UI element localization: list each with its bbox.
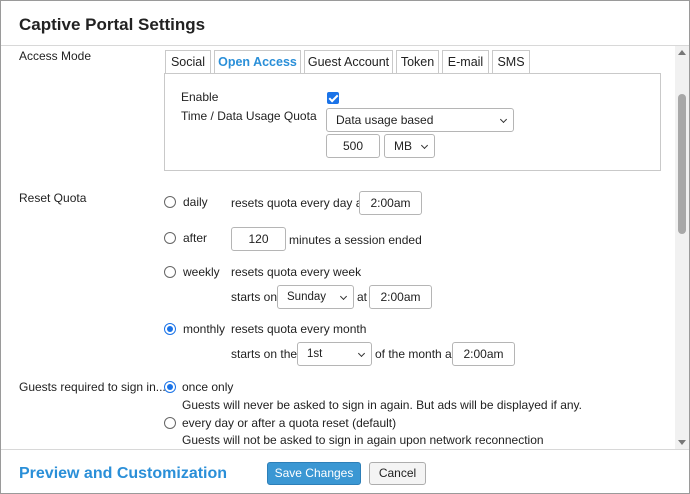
chevron-down-icon: [420, 141, 429, 150]
reset-after-minutes-input[interactable]: 120: [231, 227, 286, 251]
reset-monthly-day-select[interactable]: 1st: [297, 342, 372, 366]
preview-customization-link[interactable]: Preview and Customization: [19, 465, 227, 483]
quota-type-value: Data usage based: [336, 113, 434, 127]
sign-in-once-only-label: once only: [182, 380, 234, 394]
reset-weekly-day-value: Sunday: [287, 291, 327, 303]
reset-after-text: minutes a session ended: [289, 233, 422, 247]
reset-monthly-time-input[interactable]: 2:00am: [452, 342, 515, 366]
reset-weekly-radio[interactable]: [164, 266, 176, 278]
sign-in-every-day-description: Guests will not be asked to sign in agai…: [182, 433, 544, 447]
chevron-down-icon: [357, 349, 366, 358]
captive-portal-dialog: Captive Portal Settings Access Mode Soci…: [0, 0, 690, 494]
open-access-panel: Enable Time / Data Usage Quota Data usag…: [164, 73, 661, 171]
tab-sms[interactable]: SMS: [492, 50, 530, 74]
enable-checkbox[interactable]: [327, 92, 339, 104]
reset-weekly-at-label: at: [357, 290, 368, 304]
quota-amount-input[interactable]: 500: [326, 134, 380, 158]
dialog-title: Captive Portal Settings: [19, 15, 206, 34]
vertical-scrollbar[interactable]: [675, 46, 689, 449]
quota-unit-select[interactable]: MB: [384, 134, 435, 158]
reset-weekly-label: weekly: [183, 265, 220, 279]
reset-monthly-radio[interactable]: [164, 323, 176, 335]
reset-monthly-of-month-label: of the month at: [375, 347, 456, 361]
reset-after-label: after: [183, 231, 208, 245]
scroll-up-arrow-icon[interactable]: [678, 50, 686, 55]
reset-daily-text: resets quota every day at: [231, 196, 366, 210]
reset-monthly-starts-on-label: starts on the: [231, 347, 298, 361]
reset-weekly-text: resets quota every week: [231, 265, 362, 279]
reset-daily-label: daily: [183, 195, 208, 209]
tab-social[interactable]: Social: [165, 50, 211, 74]
sign-in-once-only-radio[interactable]: [164, 381, 176, 393]
access-mode-label: Access Mode: [19, 49, 92, 63]
reset-monthly-text: resets quota every month: [231, 322, 367, 336]
enable-label: Enable: [181, 90, 219, 104]
tab-email[interactable]: E-mail: [442, 50, 489, 74]
tab-open-access[interactable]: Open Access: [214, 50, 301, 75]
sign-in-once-only-description: Guests will never be asked to sign in ag…: [182, 398, 582, 412]
reset-daily-time-input[interactable]: 2:00am: [359, 191, 422, 215]
quota-type-select[interactable]: Data usage based: [326, 108, 514, 132]
chevron-down-icon: [499, 115, 508, 124]
guests-sign-in-label: Guests required to sign in...: [19, 380, 166, 394]
reset-quota-label: Reset Quota: [19, 191, 87, 205]
reset-weekly-day-select[interactable]: Sunday: [277, 285, 354, 309]
tab-token[interactable]: Token: [396, 50, 439, 74]
reset-monthly-day-value: 1st: [307, 348, 323, 360]
reset-weekly-starts-on-label: starts on: [231, 290, 278, 304]
quota-unit-value: MB: [394, 139, 412, 153]
scroll-thumb[interactable]: [678, 94, 686, 234]
quota-label: Time / Data Usage Quota: [181, 109, 317, 123]
tab-guest-account[interactable]: Guest Account: [304, 50, 393, 74]
reset-daily-radio[interactable]: [164, 196, 176, 208]
reset-monthly-label: monthly: [183, 322, 226, 336]
cancel-button[interactable]: Cancel: [369, 462, 426, 485]
chevron-down-icon: [339, 292, 348, 301]
scroll-down-arrow-icon[interactable]: [678, 440, 686, 445]
reset-after-radio[interactable]: [164, 232, 176, 244]
dialog-footer: Preview and Customization Save Changes C…: [1, 450, 689, 493]
save-changes-button[interactable]: Save Changes: [267, 462, 361, 485]
reset-weekly-time-input[interactable]: 2:00am: [369, 285, 432, 309]
sign-in-every-day-radio[interactable]: [164, 417, 176, 429]
sign-in-every-day-label: every day or after a quota reset (defaul…: [182, 416, 397, 430]
title-divider: [1, 45, 689, 46]
